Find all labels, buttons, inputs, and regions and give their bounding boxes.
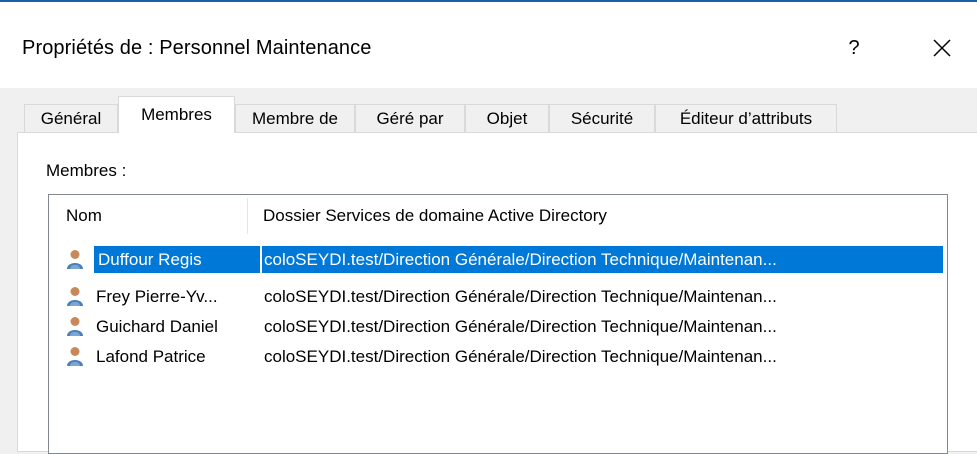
member-name: Guichard Daniel <box>96 317 218 336</box>
column-header-nom[interactable]: Nom <box>66 204 102 228</box>
member-path: coloSEYDI.test/Direction Générale/Direct… <box>262 246 943 273</box>
tab-objet[interactable]: Objet <box>465 104 549 132</box>
list-item[interactable]: Guichard Daniel coloSEYDI.test/Direction… <box>52 313 945 340</box>
column-header-dossier[interactable]: Dossier Services de domaine Active Direc… <box>263 204 607 228</box>
title-bar: Propriétés de : Personnel Maintenance ? <box>0 2 977 88</box>
tab-membres[interactable]: Membres <box>118 96 235 133</box>
member-name: Duffour Regis <box>94 246 260 273</box>
user-icon <box>67 250 83 269</box>
help-button[interactable]: ? <box>832 30 876 66</box>
column-divider[interactable] <box>247 198 248 234</box>
member-path: coloSEYDI.test/Direction Générale/Direct… <box>264 347 777 366</box>
tab-securite[interactable]: Sécurité <box>549 104 655 132</box>
close-icon <box>933 39 951 57</box>
tab-gere-par[interactable]: Géré par <box>355 104 465 132</box>
list-item[interactable]: Duffour Regis coloSEYDI.test/Direction G… <box>52 246 945 273</box>
members-label: Membres : <box>46 161 127 180</box>
member-name: Frey Pierre-Yv... <box>96 287 218 306</box>
tab-membre-de[interactable]: Membre de <box>235 104 355 132</box>
close-button[interactable] <box>919 30 965 66</box>
user-icon <box>67 347 83 366</box>
window-title: Propriétés de : Personnel Maintenance <box>22 37 372 59</box>
member-name: Lafond Patrice <box>96 347 206 366</box>
list-item[interactable]: Lafond Patrice coloSEYDI.test/Direction … <box>52 343 945 370</box>
member-path: coloSEYDI.test/Direction Générale/Direct… <box>264 287 777 306</box>
user-icon <box>67 287 83 306</box>
member-path: coloSEYDI.test/Direction Générale/Direct… <box>264 317 777 336</box>
tab-general[interactable]: Général <box>24 104 118 132</box>
user-icon <box>67 317 83 336</box>
list-item[interactable]: Frey Pierre-Yv... coloSEYDI.test/Directi… <box>52 283 945 310</box>
tab-editeur-attributs[interactable]: Éditeur d’attributs <box>655 104 837 132</box>
